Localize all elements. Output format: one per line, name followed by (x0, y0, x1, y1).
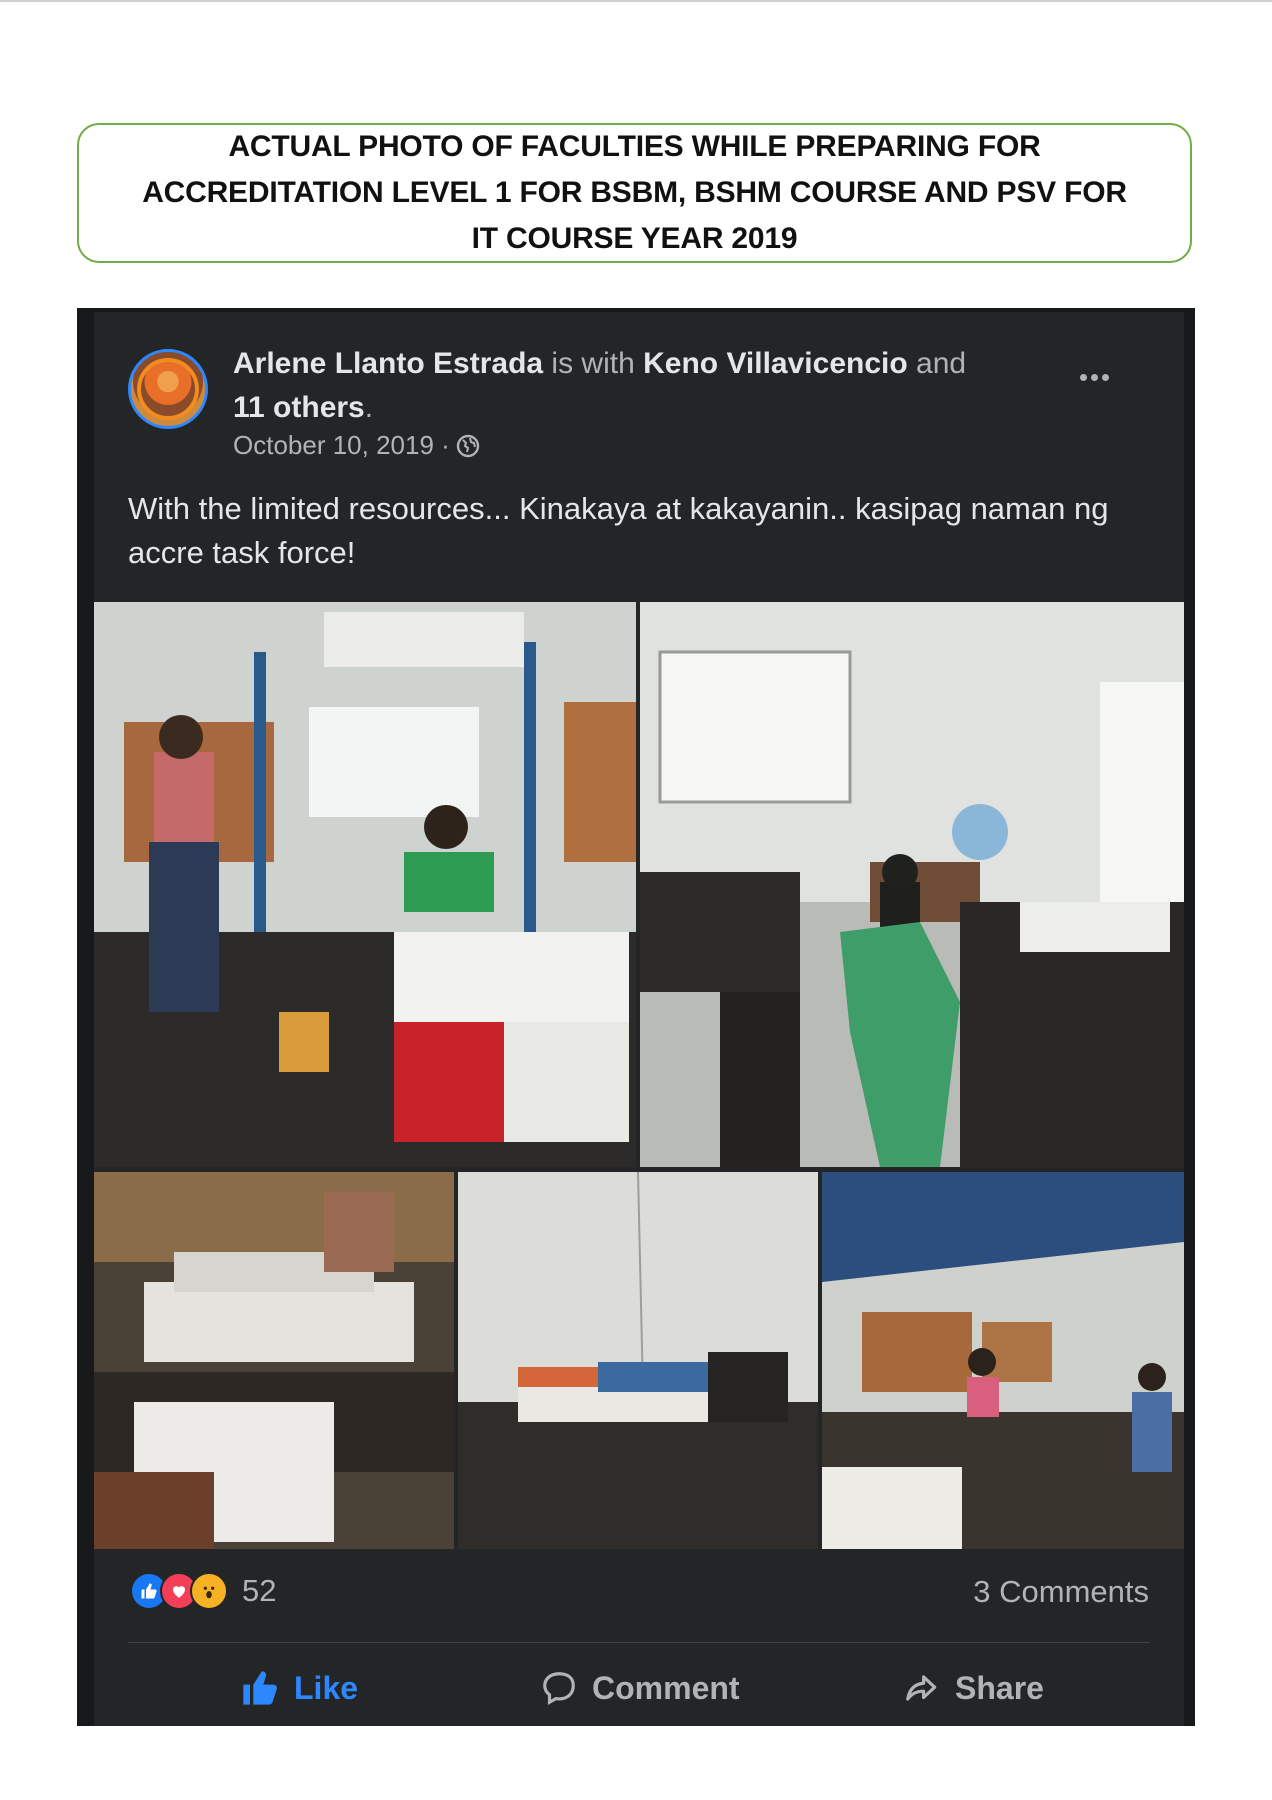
others-link[interactable]: 11 others (233, 391, 365, 424)
heading-box: ACTUAL PHOTO OF FACULTIES WHILE PREPARIN… (77, 123, 1192, 263)
like-button[interactable]: Like (240, 1658, 358, 1718)
share-label: Share (955, 1669, 1044, 1706)
wow-icon (190, 1572, 228, 1610)
tagged-name[interactable]: Keno Villavicencio (643, 347, 908, 380)
comment-button[interactable]: Comment (540, 1658, 740, 1718)
more-horizontal-icon-dot (1090, 373, 1098, 381)
hall-workspace-photo (822, 1172, 1184, 1549)
heading-line-3: IT COURSE YEAR 2019 (471, 222, 798, 255)
actions-divider (128, 1642, 1150, 1643)
author-name[interactable]: Arlene Llanto Estrada (233, 347, 543, 380)
whiteboard-office-photo (640, 602, 1184, 1167)
stacked-papers-photo (94, 1172, 454, 1549)
share-button[interactable]: Share (903, 1658, 1044, 1718)
facebook-post-screenshot: Arlene Llanto Estrada is with Keno Villa… (77, 308, 1195, 1726)
globe-icon (456, 434, 480, 457)
author-avatar[interactable] (128, 349, 208, 429)
office-binders-photo (94, 602, 636, 1167)
comments-count[interactable]: 3 Comments (973, 1574, 1149, 1610)
header-period: . (364, 391, 374, 424)
desk-binders-photo (458, 1172, 818, 1549)
like-label: Like (294, 1669, 359, 1706)
share-icon (906, 1675, 937, 1701)
reaction-count: 52 (242, 1573, 277, 1608)
post-meta: October 10, 2019 · (233, 430, 480, 461)
comment-icon (543, 1672, 575, 1705)
like-icon (243, 1671, 277, 1705)
post-photo-1[interactable] (94, 602, 636, 1167)
post-card: Arlene Llanto Estrada is with Keno Villa… (94, 312, 1184, 1726)
post-message: With the limited resources... Kinakaya a… (128, 491, 1109, 570)
post-header: Arlene Llanto Estrada is with Keno Villa… (233, 342, 1033, 430)
comment-label: Comment (592, 1669, 740, 1706)
top-rule (0, 0, 1272, 2)
with-text: is with (551, 347, 635, 380)
and-text: and (916, 347, 967, 380)
post-photo-2[interactable] (640, 602, 1184, 1167)
post-photo-4[interactable] (458, 1172, 818, 1549)
heading-line-2: ACCREDITATION LEVEL 1 FOR BSBM, BSHM COU… (142, 176, 1127, 209)
post-photo-5[interactable] (822, 1172, 1184, 1549)
more-horizontal-icon-dot (1101, 373, 1109, 381)
post-date[interactable]: October 10, 2019 · (233, 430, 450, 461)
reactions-summary[interactable]: 52 (130, 1572, 276, 1610)
heading-line-1: ACTUAL PHOTO OF FACULTIES WHILE PREPARIN… (228, 130, 1041, 163)
post-photo-3[interactable] (94, 1172, 454, 1549)
heading-title: ACTUAL PHOTO OF FACULTIES WHILE PREPARIN… (105, 124, 1165, 262)
more-options-button[interactable] (1069, 362, 1119, 392)
more-horizontal-icon-dot (1079, 373, 1087, 381)
